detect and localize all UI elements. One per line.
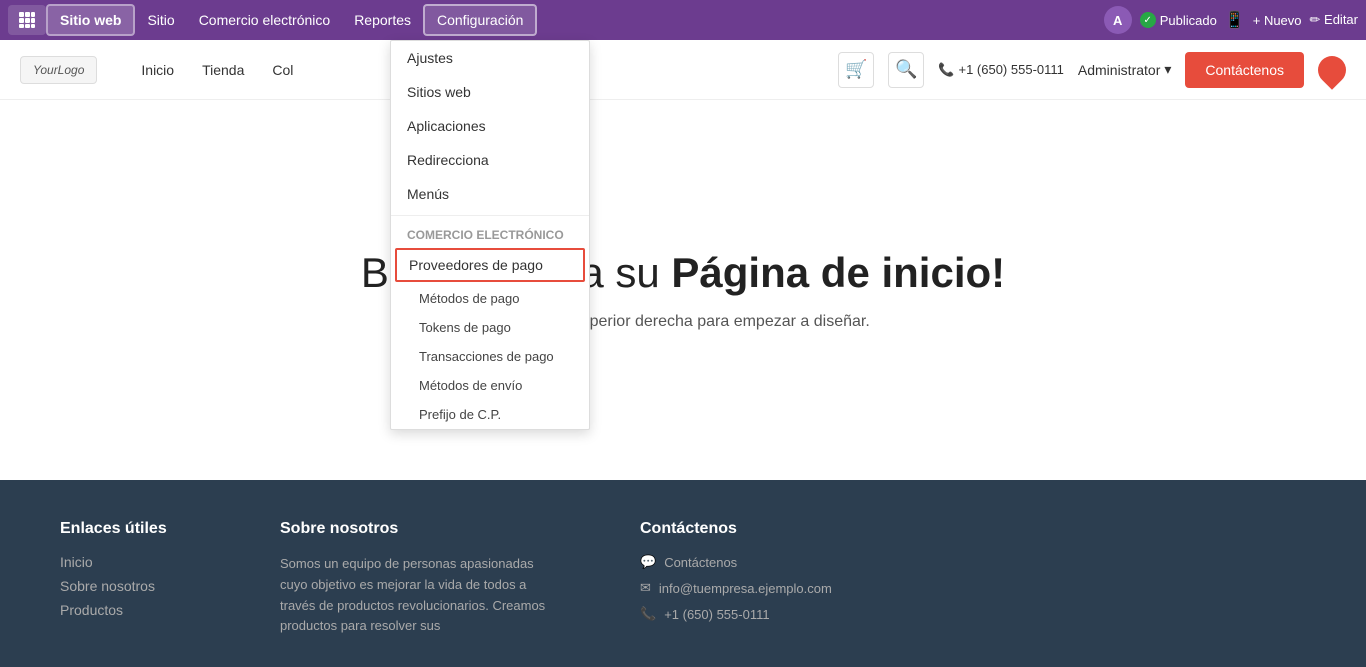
- admin-nav-sitio[interactable]: Sitio: [135, 6, 186, 34]
- mobile-icon: 📱: [1225, 10, 1245, 30]
- nav-inicio[interactable]: Inicio: [127, 56, 188, 84]
- dropdown-metodos-envio[interactable]: Métodos de envío: [391, 371, 589, 400]
- dropdown-menus[interactable]: Menús: [391, 177, 589, 211]
- admin-nav-configuracion[interactable]: Configuración: [423, 4, 537, 36]
- hero-title-bold: Página de inicio!: [671, 249, 1005, 296]
- footer-link-inicio[interactable]: Inicio: [60, 554, 220, 570]
- contact-button[interactable]: Contáctenos: [1185, 52, 1304, 88]
- nav-col[interactable]: Col: [258, 56, 307, 84]
- admin-dropdown[interactable]: Administrator ▾: [1078, 61, 1172, 78]
- dropdown-metodos-pago[interactable]: Métodos de pago: [391, 284, 589, 313]
- footer-contacto-heading: Contáctenos: [640, 520, 880, 538]
- footer-col-contacto: Contáctenos 💬 Contáctenos ✉ info@tuempre…: [640, 520, 880, 637]
- admin-bar-left: Sitio web Sitio Comercio electrónico Rep…: [8, 4, 1100, 36]
- published-label: Publicado: [1160, 13, 1217, 28]
- phone-number: +1 (650) 555-0111: [958, 62, 1063, 77]
- search-icon[interactable]: 🔍: [888, 52, 924, 88]
- droplet-icon: [1312, 50, 1352, 90]
- hero-section: Bienvenido a su Página de inicio! …esqui…: [0, 100, 1366, 480]
- logo: YourLogo: [20, 56, 97, 84]
- footer-col-sobre: Sobre nosotros Somos un equipo de person…: [280, 520, 580, 637]
- published-dot-icon: [1140, 12, 1156, 28]
- admin-label: Administrator: [1078, 62, 1160, 78]
- dropdown-transacciones-pago[interactable]: Transacciones de pago: [391, 342, 589, 371]
- nav-tienda[interactable]: Tienda: [188, 56, 258, 84]
- email-icon: ✉: [640, 580, 651, 596]
- footer-contact-item-1: ✉ info@tuempresa.ejemplo.com: [640, 580, 880, 596]
- chat-icon: 💬: [640, 554, 656, 570]
- admin-nav-comercio[interactable]: Comercio electrónico: [187, 6, 343, 34]
- logo-area: YourLogo: [20, 56, 97, 84]
- phone-footer-icon: 📞: [640, 606, 656, 622]
- phone-icon: 📞: [938, 62, 954, 78]
- footer-contact-label-1: info@tuempresa.ejemplo.com: [659, 581, 832, 596]
- dropdown-proveedores-pago[interactable]: Proveedores de pago: [395, 248, 585, 282]
- footer-link-sobre[interactable]: Sobre nosotros: [60, 578, 220, 594]
- site-nav: YourLogo Inicio Tienda Col 🛒 🔍 📞 +1 (650…: [0, 40, 1366, 100]
- dropdown-redireccionas[interactable]: Redirecciona: [391, 143, 589, 177]
- editar-button[interactable]: ✏ Editar: [1310, 12, 1358, 28]
- avatar: A: [1104, 6, 1132, 34]
- footer-sobre-heading: Sobre nosotros: [280, 520, 580, 538]
- dropdown-sitiosweb[interactable]: Sitios web: [391, 75, 589, 109]
- site-nav-right: 🛒 🔍 📞 +1 (650) 555-0111 Administrator ▾ …: [838, 52, 1346, 88]
- footer-contact-item-2: 📞 +1 (650) 555-0111: [640, 606, 880, 622]
- footer-contact-label-2: +1 (650) 555-0111: [664, 607, 769, 622]
- dropdown-tokens-pago[interactable]: Tokens de pago: [391, 313, 589, 342]
- admin-bar-right: A Publicado 📱 + Nuevo ✏ Editar: [1104, 6, 1358, 34]
- published-badge: Publicado: [1140, 12, 1217, 28]
- dropdown-prefijo-cp[interactable]: Prefijo de C.P.: [391, 400, 589, 429]
- admin-nav-reportes[interactable]: Reportes: [342, 6, 423, 34]
- dropdown-section-ecommerce: Comercio electrónico: [391, 220, 589, 246]
- dropdown-ajustes[interactable]: Ajustes: [391, 41, 589, 75]
- dropdown-divider: [391, 215, 589, 216]
- admin-bar: Sitio web Sitio Comercio electrónico Rep…: [0, 0, 1366, 40]
- configuracion-dropdown: Ajustes Sitios web Aplicaciones Redirecc…: [390, 40, 590, 430]
- chevron-down-icon: ▾: [1164, 61, 1171, 78]
- grid-menu-button[interactable]: [8, 5, 46, 35]
- footer-link-productos[interactable]: Productos: [60, 602, 220, 618]
- footer-contact-label-0: Contáctenos: [664, 555, 737, 570]
- cart-icon[interactable]: 🛒: [838, 52, 874, 88]
- footer: Enlaces útiles Inicio Sobre nosotros Pro…: [0, 480, 1366, 667]
- dropdown-aplicaciones[interactable]: Aplicaciones: [391, 109, 589, 143]
- footer-enlaces-heading: Enlaces útiles: [60, 520, 220, 538]
- footer-contact-item-0: 💬 Contáctenos: [640, 554, 880, 570]
- footer-col-enlaces: Enlaces útiles Inicio Sobre nosotros Pro…: [60, 520, 220, 637]
- admin-nav-sitioweb[interactable]: Sitio web: [46, 4, 135, 36]
- nuevo-button[interactable]: + Nuevo: [1253, 13, 1302, 28]
- footer-sobre-text: Somos un equipo de personas apasionadas …: [280, 554, 560, 637]
- phone-area: 📞 +1 (650) 555-0111: [938, 62, 1064, 78]
